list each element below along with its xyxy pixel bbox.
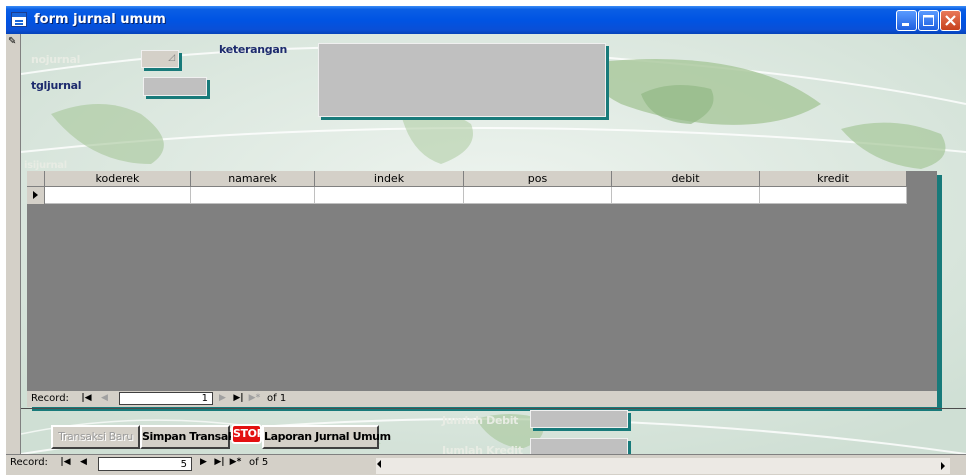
- tgljurnal-field[interactable]: [143, 77, 207, 96]
- horizontal-scrollbar[interactable]: [376, 458, 950, 474]
- column-header-namarek[interactable]: namarek: [191, 171, 315, 187]
- row-selector[interactable]: [27, 187, 45, 204]
- cell-indek[interactable]: [315, 187, 464, 204]
- record-selector[interactable]: ✎: [6, 34, 21, 454]
- simpan-transaksi-button[interactable]: Simpan Transaksi: [140, 425, 245, 449]
- minimize-button[interactable]: [896, 10, 917, 31]
- title-bar[interactable]: form jurnal umum: [6, 6, 966, 34]
- subform-record-count: of 1: [267, 393, 287, 404]
- dropdown-mark-icon: ◿: [168, 53, 175, 63]
- jumlah-debit-label: Jumlah Debit: [442, 414, 519, 427]
- form-window: form jurnal umum ✎ nojurnal ◿ tgljurnal …: [6, 6, 966, 475]
- current-row-arrow-icon: [33, 191, 38, 199]
- main-next-record-icon[interactable]: ▶: [196, 456, 211, 469]
- scroll-right-icon[interactable]: [941, 462, 945, 470]
- column-header-pos[interactable]: pos: [464, 171, 612, 187]
- close-icon: [945, 15, 956, 26]
- maximize-icon: [923, 15, 934, 26]
- isijurnal-label: isijurnal: [24, 160, 67, 171]
- next-record-icon[interactable]: ▶: [215, 392, 230, 405]
- cell-debit[interactable]: [612, 187, 760, 204]
- column-header-debit[interactable]: debit: [612, 171, 760, 187]
- main-record-number[interactable]: [98, 457, 192, 471]
- prev-record-icon[interactable]: ◀: [97, 392, 112, 405]
- close-button[interactable]: [940, 10, 961, 31]
- keterangan-label: keterangan: [219, 43, 288, 56]
- main-navigation-bar: Record: |◀ ◀ ▶ ▶| ▶* of 5: [6, 454, 966, 475]
- cell-koderek[interactable]: [45, 187, 191, 204]
- keterangan-field[interactable]: [318, 43, 606, 117]
- grid-corner: [27, 171, 45, 187]
- column-header-koderek[interactable]: koderek: [45, 171, 191, 187]
- footer-divider: [21, 408, 966, 409]
- nojurnal-field[interactable]: ◿: [141, 50, 179, 68]
- main-first-record-icon[interactable]: |◀: [58, 456, 73, 469]
- first-record-icon[interactable]: |◀: [79, 392, 94, 405]
- transaksi-baru-button[interactable]: Transaksi Baru: [51, 425, 140, 449]
- subform-record-number[interactable]: [119, 392, 213, 405]
- cell-namarek[interactable]: [191, 187, 315, 204]
- cell-pos[interactable]: [464, 187, 612, 204]
- main-new-record-icon[interactable]: ▶*: [228, 456, 243, 469]
- new-record-icon[interactable]: ▶*: [247, 392, 262, 405]
- form-footer: Transaksi Baru Simpan Transaksi STOP Lap…: [21, 408, 966, 457]
- form-detail-section: nojurnal ◿ tgljurnal keterangan isijurna…: [21, 34, 966, 454]
- isijurnal-subform[interactable]: koderek namarek indek pos debit kredit R…: [27, 171, 937, 407]
- subform-record-label: Record:: [31, 393, 69, 404]
- scroll-left-icon[interactable]: [377, 460, 381, 468]
- main-record-label: Record:: [10, 457, 48, 468]
- column-header-kredit[interactable]: kredit: [760, 171, 907, 187]
- window-title: form jurnal umum: [34, 12, 166, 27]
- maximize-button[interactable]: [918, 10, 939, 31]
- edit-pencil-icon: ✎: [8, 36, 17, 47]
- main-record-count: of 5: [249, 457, 269, 468]
- stop-button[interactable]: STOP: [231, 424, 265, 444]
- tgljurnal-label: tgljurnal: [31, 79, 82, 92]
- last-record-icon[interactable]: ▶|: [231, 392, 246, 405]
- cell-kredit[interactable]: [760, 187, 907, 204]
- nojurnal-label: nojurnal: [31, 53, 81, 66]
- subform-navigation-bar: Record: |◀ ◀ ▶ ▶| ▶* of 1: [27, 391, 937, 407]
- laporan-jurnal-umum-button[interactable]: Laporan Jurnal Umum: [262, 425, 391, 449]
- jumlah-debit-field[interactable]: [530, 410, 628, 428]
- minimize-icon: [902, 23, 909, 26]
- main-last-record-icon[interactable]: ▶|: [212, 456, 227, 469]
- form-icon: [11, 12, 27, 27]
- column-header-indek[interactable]: indek: [315, 171, 464, 187]
- form-client-area: ✎ nojurnal ◿ tgljurnal keterangan isijur…: [6, 34, 966, 475]
- main-prev-record-icon[interactable]: ◀: [76, 456, 91, 469]
